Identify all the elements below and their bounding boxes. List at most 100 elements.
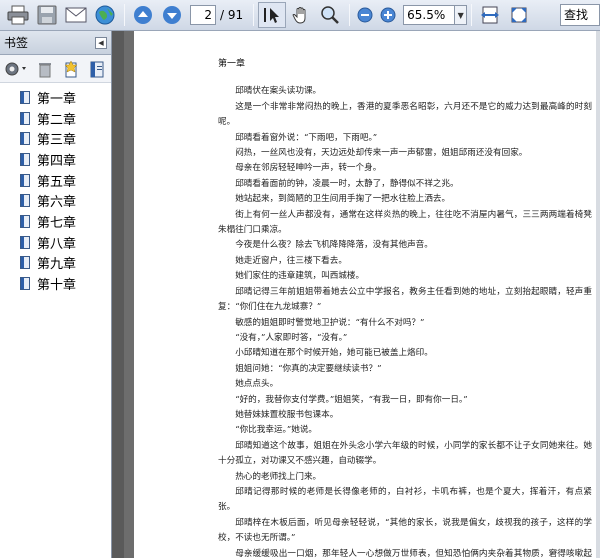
paragraph: 邱晴记得三年前姐姐带着她去公立中学报名，教务主任看到她的地址，立刻抬起眼睛，轻声… xyxy=(218,286,592,313)
bookmark-item[interactable]: 第十章 xyxy=(0,273,111,294)
paragraph: 邱晴看着面前的钟，凌晨一时，太静了，静得似不祥之兆。 xyxy=(235,178,459,189)
select-tool-icon xyxy=(264,8,280,23)
zoom-in-button[interactable] xyxy=(377,2,399,28)
chevron-left-icon: ◀ xyxy=(98,38,104,47)
toolbar-separator xyxy=(471,4,473,26)
zoom-tool-button[interactable] xyxy=(316,2,344,28)
hand-tool-icon xyxy=(292,7,306,24)
paragraph: 小邱晴知道在那个时候开始，她可能已被盖上烙印。 xyxy=(235,348,433,359)
bookmarks-panel-title: 书签 xyxy=(4,36,29,50)
bookmark-icon xyxy=(20,152,30,166)
page-number-input[interactable]: 2 xyxy=(190,5,216,25)
toolbar-separator xyxy=(124,4,125,26)
zoom-out-button[interactable] xyxy=(354,2,376,28)
page-total-label: / 91 xyxy=(220,8,244,22)
paragraph: 她点点头。 xyxy=(235,379,279,390)
fit-width-button[interactable] xyxy=(476,2,504,28)
bookmarks-toolbar xyxy=(0,55,111,83)
web-button[interactable] xyxy=(91,2,119,28)
paragraph: 这是一个非常非常闷热的晚上，香港的夏季恶名昭彰，六月还不是它的威力达到最高峰的时… xyxy=(218,101,592,128)
options-button[interactable] xyxy=(2,58,31,80)
print-button[interactable] xyxy=(4,2,32,28)
paragraph: 她站起来，到简陋的卫生间用手掬了一把水往脸上洒去。 xyxy=(235,194,451,205)
bookmark-item[interactable]: 第二章 xyxy=(0,108,111,129)
paragraph: 她走近窗户，往三楼下看去。 xyxy=(235,255,347,266)
fit-page-icon xyxy=(511,7,527,23)
paragraph: 邱晴记得那时候的老师是长得像老师的，白衬衫，卡叽布裤，也是个夏大，挥着汗，有点紧… xyxy=(218,486,592,513)
zoom-tool-icon xyxy=(321,6,340,24)
email-button[interactable] xyxy=(62,2,90,28)
bookmark-label: 第一章 xyxy=(37,91,77,107)
bookmark-item[interactable]: 第九章 xyxy=(0,253,111,274)
printer-icon xyxy=(7,5,29,25)
paragraph: 邱晴知道这个故事，姐姐在外头念小学六年级的时候，小同学的家长都不让子女同她来往。… xyxy=(218,440,592,467)
zoom-level-select[interactable]: 65.5% xyxy=(403,5,456,25)
paragraph: 热心的老师找上门来。 xyxy=(235,471,322,482)
fit-page-button[interactable] xyxy=(505,2,533,28)
search-input[interactable]: 查找 xyxy=(560,4,600,26)
paragraph: 姐姐问她：“你真的决定要继续读书？” xyxy=(235,363,382,374)
select-tool-button[interactable] xyxy=(258,2,287,28)
new-bookmark-button[interactable] xyxy=(59,58,82,80)
paragraph: “没有，”人家即时答，“没有。” xyxy=(235,332,348,343)
hand-tool-button[interactable] xyxy=(287,2,315,28)
bookmark-icon xyxy=(90,61,104,77)
bookmark-item[interactable]: 第六章 xyxy=(0,190,111,211)
toolbar-separator xyxy=(349,4,351,26)
chevron-down-icon[interactable]: ▼ xyxy=(455,5,468,25)
bookmark-label: 第十章 xyxy=(37,278,77,294)
bookmark-label: 第五章 xyxy=(37,174,77,190)
paragraph: 闷热，一丝风也没有，天边远处却传来一声一声郁雷，姐姐邱雨还没有回家。 xyxy=(235,148,528,159)
save-button[interactable] xyxy=(33,2,61,28)
paragraph: 邱晴梓在木板后面，听见母亲轻轻说，“其他的家长，说我是偏女，歧视我的孩子，这样的… xyxy=(218,517,592,544)
bookmark-item[interactable]: 第一章 xyxy=(0,87,111,108)
bookmark-icon xyxy=(20,277,30,291)
bookmark-item[interactable]: 第七章 xyxy=(0,211,111,232)
gear-icon xyxy=(5,62,27,75)
document-viewport[interactable]: 第一章 邱晴伏在案头读功课。 这是一个非常非常闷热的晚上，香港的夏季恶名昭彰，六月… xyxy=(112,31,600,558)
bookmark-label: 第二章 xyxy=(37,112,77,128)
bookmark-label: 第八章 xyxy=(37,236,77,252)
zoom-out-icon xyxy=(357,7,373,23)
bookmark-icon xyxy=(20,173,30,187)
bookmark-label: 第七章 xyxy=(37,215,77,231)
save-icon xyxy=(37,5,57,25)
bookmarks-panel: 书签 ◀ 第一章 第二章 第三章 第四章 第五章 第六章 第七章 第八章 第九章… xyxy=(0,31,112,558)
bookmark-label: 第六章 xyxy=(37,195,77,211)
paragraph: “好的，我替你支付学费。”姐姐笑，“有我一日，即有你一日。” xyxy=(235,394,468,405)
delete-bookmark-button[interactable] xyxy=(34,58,57,80)
paragraph: 今夜是什么夜？除去飞机降降降落，没有其他声音。 xyxy=(235,240,433,251)
previous-page-button[interactable] xyxy=(129,2,157,28)
document-page: 第一章 邱晴伏在案头读功课。 这是一个非常非常闷热的晚上，香港的夏季恶名昭彰，六月… xyxy=(134,31,600,558)
bookmark-icon xyxy=(20,194,30,208)
bookmark-from-selection-button[interactable] xyxy=(85,58,108,80)
paragraph: 母亲缓缓吸出一口烟，那年轻人一心想做万世师表，但知恐怕俩内夹杂着其物质，窘得咳嗽… xyxy=(235,548,592,558)
paragraph: 她们家住的违章建筑，叫西城楼。 xyxy=(235,271,365,282)
collapse-panel-button[interactable]: ◀ xyxy=(95,36,107,49)
bookmark-icon xyxy=(20,111,30,125)
bookmark-item[interactable]: 第五章 xyxy=(0,170,111,191)
paragraph: “你比我幸运。”她说。 xyxy=(235,425,318,436)
paragraph: 敏感的姐姐即时警觉地卫护说：“有什么不对吗？” xyxy=(235,317,425,328)
page-down-icon xyxy=(163,6,181,24)
bookmark-icon xyxy=(20,214,30,228)
globe-icon xyxy=(95,5,115,25)
toolbar-separator xyxy=(253,4,255,26)
zoom-in-icon xyxy=(380,7,396,23)
bookmark-label: 第四章 xyxy=(37,153,77,169)
page-up-icon xyxy=(134,6,152,24)
bookmark-item[interactable]: 第三章 xyxy=(0,128,111,149)
paragraph: 母亲在邻房轻轻呻吟一声，转一个身。 xyxy=(235,163,382,174)
next-page-button[interactable] xyxy=(158,2,186,28)
page-text: 邱晴伏在案头读功课。 这是一个非常非常闷热的晚上，香港的夏季恶名昭彰，六月还不是它… xyxy=(218,84,592,558)
bookmark-icon xyxy=(20,235,30,249)
chapter-title: 第一章 xyxy=(218,59,246,69)
bookmark-item[interactable]: 第四章 xyxy=(0,149,111,170)
bookmark-label: 第九章 xyxy=(37,257,77,273)
main-toolbar: 2 / 91 65.5% ▼ 查找 xyxy=(0,0,600,31)
paragraph: 街上有何一丝人声都没有，通常在这样炎热的晚上，往往吃不消屋内暑气，三三两两端着椅… xyxy=(218,209,592,236)
bookmark-item[interactable]: 第八章 xyxy=(0,232,111,253)
bookmark-icon xyxy=(20,256,30,270)
paragraph: 她替妹妹置校服书包课本。 xyxy=(235,409,339,420)
vertical-scrollbar[interactable] xyxy=(596,31,600,558)
